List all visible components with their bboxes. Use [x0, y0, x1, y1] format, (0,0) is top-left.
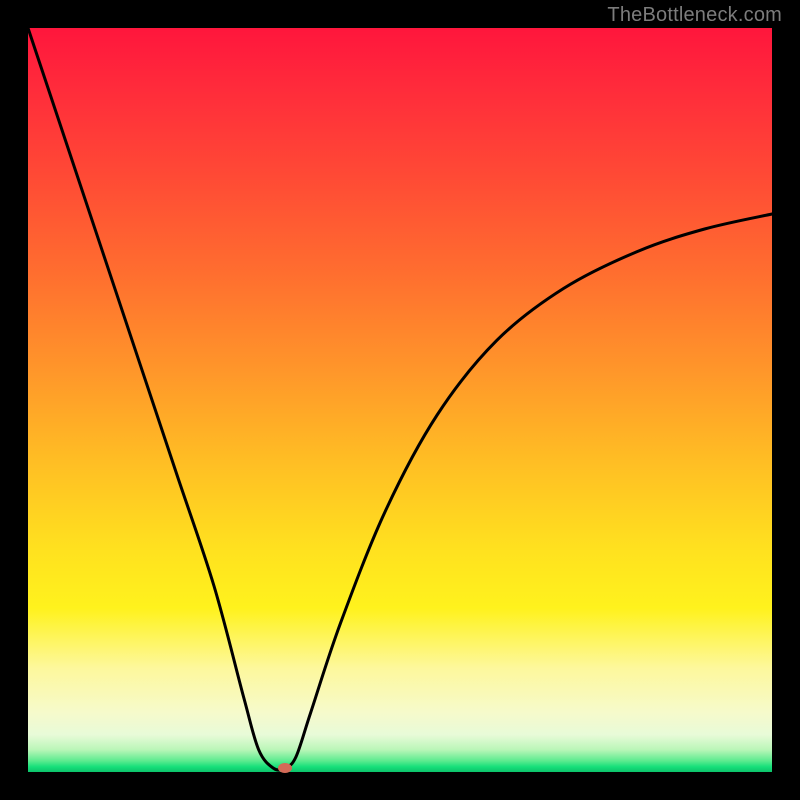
- plot-area: [28, 28, 772, 772]
- minimum-marker: [278, 763, 292, 773]
- watermark-text: TheBottleneck.com: [607, 4, 782, 27]
- bottleneck-curve: [28, 28, 772, 772]
- chart-frame: TheBottleneck.com: [0, 0, 800, 800]
